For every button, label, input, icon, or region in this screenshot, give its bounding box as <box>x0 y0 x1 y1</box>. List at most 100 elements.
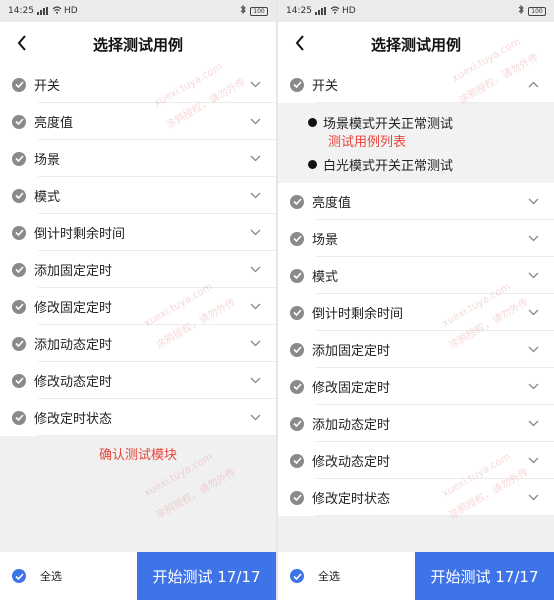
test-case-item[interactable]: 场景模式开关正常测试 <box>308 111 554 133</box>
chevron-down-icon[interactable] <box>248 302 262 312</box>
chevron-down-icon[interactable] <box>248 80 262 90</box>
chevron-up-icon[interactable] <box>526 80 540 90</box>
select-all-toggle[interactable]: 全选 <box>0 552 137 600</box>
module-row[interactable]: 模式 <box>278 257 554 294</box>
module-label: 模式 <box>312 270 339 285</box>
chevron-down-icon[interactable] <box>526 308 540 318</box>
chevron-down-icon[interactable] <box>248 228 262 238</box>
check-icon[interactable] <box>290 453 304 468</box>
status-bar: 14:25 HD 100 <box>0 0 276 22</box>
start-test-button[interactable]: 开始测试 17/17 <box>137 552 276 600</box>
check-icon[interactable] <box>12 373 26 388</box>
check-icon[interactable] <box>290 77 304 92</box>
footer-bar: 全选 开始测试 17/17 <box>278 552 554 600</box>
bluetooth-icon <box>518 4 524 17</box>
status-time: 14:25 <box>286 6 312 16</box>
module-row[interactable]: 添加固定定时 <box>278 331 554 368</box>
module-label: 模式 <box>34 190 61 205</box>
check-icon[interactable] <box>12 336 26 351</box>
chevron-down-icon[interactable] <box>248 265 262 275</box>
check-icon[interactable] <box>290 194 304 209</box>
test-module-list: 亮度值 场景 模式 倒计时剩余时间 添加固定定时 修改固定定时 添加动态定时 修… <box>278 183 554 516</box>
module-row[interactable]: 修改定时状态 <box>278 479 554 516</box>
check-icon[interactable] <box>290 490 304 505</box>
test-case-label: 场景模式开关正常测试 <box>323 116 454 132</box>
chevron-down-icon[interactable] <box>526 345 540 355</box>
select-all-label: 全选 <box>40 570 62 583</box>
module-row[interactable]: 修改固定定时 <box>0 288 276 325</box>
module-label: 添加固定定时 <box>34 264 113 279</box>
start-test-button[interactable]: 开始测试 17/17 <box>415 552 554 600</box>
module-row[interactable]: 添加固定定时 <box>0 251 276 288</box>
select-all-check-icon[interactable] <box>290 569 304 583</box>
chevron-down-icon[interactable] <box>248 376 262 386</box>
chevron-down-icon[interactable] <box>526 197 540 207</box>
chevron-down-icon[interactable] <box>248 191 262 201</box>
module-label: 倒计时剩余时间 <box>34 227 126 242</box>
check-icon[interactable] <box>290 305 304 320</box>
select-all-toggle[interactable]: 全选 <box>278 552 415 600</box>
select-all-check-icon[interactable] <box>12 569 26 583</box>
module-row[interactable]: 修改定时状态 <box>0 399 276 436</box>
module-row[interactable]: 倒计时剩余时间 <box>278 294 554 331</box>
check-icon[interactable] <box>12 410 26 425</box>
check-icon[interactable] <box>290 268 304 283</box>
battery-icon: 100 <box>250 6 268 16</box>
check-icon[interactable] <box>12 225 26 240</box>
check-icon[interactable] <box>12 262 26 277</box>
module-row[interactable]: 亮度值 <box>278 183 554 220</box>
back-arrow-icon[interactable] <box>12 33 32 53</box>
back-arrow-icon[interactable] <box>290 33 310 53</box>
check-icon[interactable] <box>12 77 26 92</box>
empty-area <box>278 516 554 556</box>
module-row[interactable]: 开关 <box>0 66 276 103</box>
check-icon[interactable] <box>12 299 26 314</box>
module-label: 修改动态定时 <box>312 455 391 470</box>
chevron-down-icon[interactable] <box>526 234 540 244</box>
module-label: 修改固定定时 <box>34 301 113 316</box>
page-title: 选择测试用例 <box>92 35 183 54</box>
network-label: HD <box>63 6 78 16</box>
module-row[interactable]: 添加动态定时 <box>278 405 554 442</box>
chevron-down-icon[interactable] <box>526 419 540 429</box>
check-icon[interactable] <box>290 342 304 357</box>
module-row[interactable]: 修改固定定时 <box>278 368 554 405</box>
chevron-down-icon[interactable] <box>248 413 262 423</box>
annotation-test-case-list: 测试用例列表 <box>328 135 407 150</box>
check-icon[interactable] <box>290 231 304 246</box>
module-label: 场景 <box>34 153 61 168</box>
module-label: 亮度值 <box>312 196 352 211</box>
module-label: 添加固定定时 <box>312 344 391 359</box>
module-row[interactable]: 亮度值 <box>0 103 276 140</box>
check-icon[interactable] <box>290 416 304 431</box>
chevron-down-icon[interactable] <box>526 382 540 392</box>
chevron-down-icon[interactable] <box>526 456 540 466</box>
check-icon[interactable] <box>12 151 26 166</box>
bullet-dot <box>308 159 317 169</box>
module-label: 添加动态定时 <box>34 338 113 353</box>
module-label: 添加动态定时 <box>312 418 391 433</box>
wifi-icon <box>52 5 62 17</box>
module-label: 修改动态定时 <box>34 375 113 390</box>
check-icon[interactable] <box>12 114 26 129</box>
check-icon[interactable] <box>290 379 304 394</box>
module-row-expanded[interactable]: 开关 <box>278 66 554 103</box>
module-row[interactable]: 场景 <box>0 140 276 177</box>
test-case-item[interactable]: 白光模式开关正常测试 <box>308 153 554 175</box>
signal-icon <box>36 7 48 15</box>
chevron-down-icon[interactable] <box>248 154 262 164</box>
chevron-down-icon[interactable] <box>526 271 540 281</box>
module-row[interactable]: 模式 <box>0 177 276 214</box>
right-screen: 14:25 HD 100 选择测试用例 开关 场景模式开关正常测试 测试用例列表 <box>278 0 554 600</box>
module-label: 开关 <box>34 79 61 94</box>
module-row[interactable]: 添加动态定时 <box>0 325 276 362</box>
chevron-down-icon[interactable] <box>248 339 262 349</box>
module-row[interactable]: 场景 <box>278 220 554 257</box>
module-row[interactable]: 倒计时剩余时间 <box>0 214 276 251</box>
check-icon[interactable] <box>12 188 26 203</box>
chevron-down-icon[interactable] <box>526 493 540 503</box>
chevron-down-icon[interactable] <box>248 117 262 127</box>
module-row[interactable]: 修改动态定时 <box>278 442 554 479</box>
network-label: HD <box>341 6 356 16</box>
module-row[interactable]: 修改动态定时 <box>0 362 276 399</box>
